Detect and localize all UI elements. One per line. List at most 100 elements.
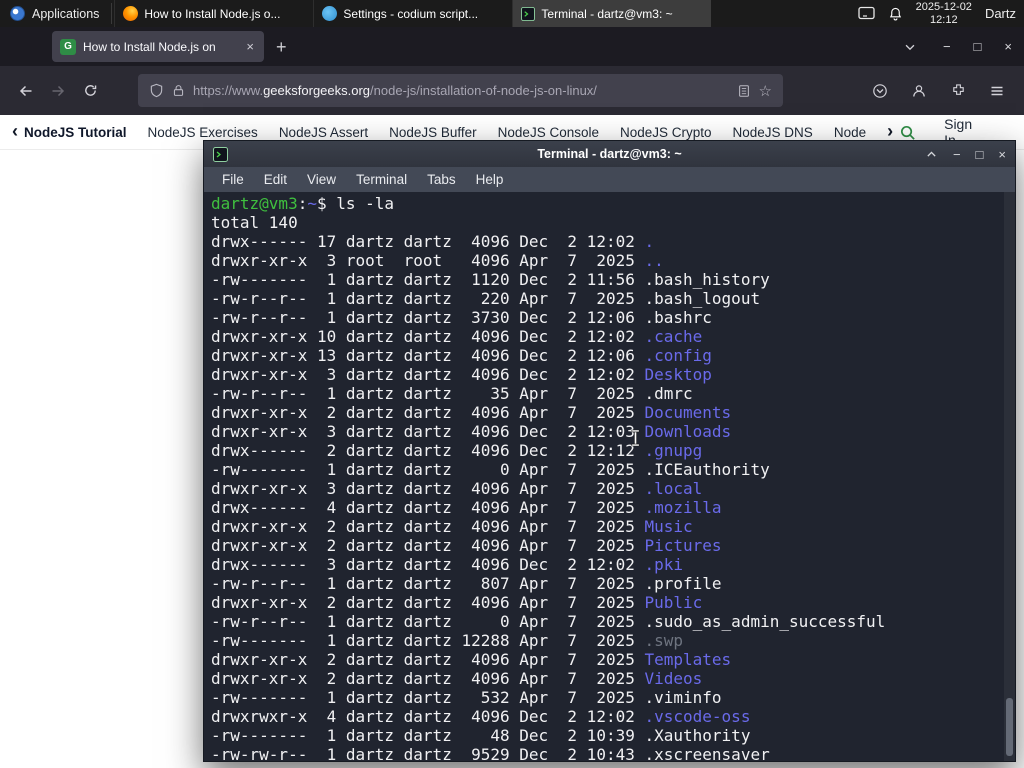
bookmark-star-icon[interactable]: ☆ bbox=[759, 82, 772, 100]
directory-name: Downloads bbox=[644, 422, 732, 441]
terminal-screen[interactable]: dartz@vm3:~$ ls -la total 140 drwx------… bbox=[204, 192, 1015, 761]
site-nav-link-nodejs-assert[interactable]: NodeJS Assert bbox=[279, 125, 368, 140]
file-name: .dmrc bbox=[644, 384, 693, 403]
panel-clock[interactable]: 2025-12-02 12:12 bbox=[916, 1, 972, 26]
directory-name: .gnupg bbox=[644, 441, 703, 460]
terminal-line: -rw-r--r-- 1 dartz dartz 3730 Dec 2 12:0… bbox=[211, 308, 712, 327]
applications-label: Applications bbox=[32, 6, 100, 21]
back-button[interactable] bbox=[10, 75, 42, 107]
browser-tab[interactable]: How to Install Node.js on × bbox=[52, 31, 264, 62]
list-all-tabs-chevron-icon[interactable] bbox=[903, 40, 917, 54]
terminal-shade-button[interactable] bbox=[925, 148, 938, 161]
url-bar[interactable]: https://www.geeksforgeeks.org/node-js/in… bbox=[138, 74, 783, 107]
terminal-app-icon bbox=[213, 146, 228, 162]
file-name: .Xauthority bbox=[644, 726, 751, 745]
reader-mode-icon[interactable] bbox=[737, 84, 751, 98]
typed-command: ls -la bbox=[336, 194, 395, 213]
menu-edit[interactable]: Edit bbox=[254, 172, 297, 187]
taskbar-button-firefox[interactable]: How to Install Node.js o... bbox=[114, 0, 313, 27]
panel-user-label[interactable]: Dartz bbox=[985, 6, 1016, 21]
browser-minimize-button[interactable]: − bbox=[943, 39, 951, 54]
terminal-minimize-button[interactable]: − bbox=[953, 147, 961, 162]
site-nav-link-node[interactable]: Node bbox=[834, 125, 866, 140]
pocket-icon[interactable] bbox=[865, 76, 895, 106]
reload-button[interactable] bbox=[74, 75, 106, 107]
terminal-titlebar[interactable]: Terminal - dartz@vm3: ~ − □ × bbox=[204, 141, 1015, 167]
site-nav-link-nodejs-console[interactable]: NodeJS Console bbox=[498, 125, 599, 140]
terminal-line: drwxr-xr-x 2 dartz dartz 4096 Apr 7 2025… bbox=[211, 669, 703, 688]
terminal-line: drwxr-xr-x 2 dartz dartz 4096 Apr 7 2025… bbox=[211, 650, 732, 669]
lock-icon[interactable] bbox=[172, 84, 185, 97]
site-nav-link-nodejs-exercises[interactable]: NodeJS Exercises bbox=[148, 125, 258, 140]
menu-terminal[interactable]: Terminal bbox=[346, 172, 417, 187]
terminal-line: -rw-r--r-- 1 dartz dartz 0 Apr 7 2025 .s… bbox=[211, 612, 886, 631]
terminal-line: drwxr-xr-x 3 dartz dartz 4096 Apr 7 2025… bbox=[211, 479, 703, 498]
terminal-line: -rw------- 1 dartz dartz 48 Dec 2 10:39 … bbox=[211, 726, 751, 745]
account-icon[interactable] bbox=[904, 76, 934, 106]
tab-title: How to Install Node.js on bbox=[83, 39, 216, 54]
directory-name: .local bbox=[644, 479, 703, 498]
file-name: .xscreensaver bbox=[644, 745, 770, 761]
browser-maximize-button[interactable]: □ bbox=[974, 39, 982, 54]
terminal-icon bbox=[521, 6, 536, 21]
tracking-protection-shield-icon[interactable] bbox=[149, 83, 164, 98]
directory-name: .pki bbox=[644, 555, 684, 574]
browser-close-button[interactable]: × bbox=[1004, 39, 1012, 54]
directory-name: . bbox=[644, 232, 655, 251]
codium-icon bbox=[322, 6, 338, 21]
clock-date: 2025-12-02 bbox=[915, 1, 972, 13]
window-taskbar: How to Install Node.js o... Settings - c… bbox=[114, 0, 712, 27]
terminal-prompt-line: dartz@vm3:~$ ls -la bbox=[211, 194, 395, 213]
file-name: .ICEauthority bbox=[644, 460, 770, 479]
menu-file[interactable]: File bbox=[212, 172, 254, 187]
directory-name: .config bbox=[644, 346, 712, 365]
menu-hamburger-icon[interactable] bbox=[982, 76, 1012, 106]
terminal-line: drwx------ 4 dartz dartz 4096 Apr 7 2025… bbox=[211, 498, 722, 517]
terminal-line: drwxr-xr-x 10 dartz dartz 4096 Dec 2 12:… bbox=[211, 327, 703, 346]
taskbar-button-codium[interactable]: Settings - codium script... bbox=[313, 0, 512, 27]
terminal-line: drwx------ 3 dartz dartz 4096 Dec 2 12:0… bbox=[211, 555, 684, 574]
terminal-line: -rw------- 1 dartz dartz 12288 Apr 7 202… bbox=[211, 631, 684, 650]
url-text: https://www.geeksforgeeks.org/node-js/in… bbox=[193, 83, 597, 98]
terminal-maximize-button[interactable]: □ bbox=[976, 147, 984, 162]
file-name: .bash_history bbox=[644, 270, 770, 289]
terminal-line: drwx------ 17 dartz dartz 4096 Dec 2 12:… bbox=[211, 232, 655, 251]
menu-help[interactable]: Help bbox=[466, 172, 514, 187]
terminal-line: drwx------ 2 dartz dartz 4096 Dec 2 12:1… bbox=[211, 441, 703, 460]
directory-name: Music bbox=[644, 517, 693, 536]
file-name: .bash_logout bbox=[644, 289, 761, 308]
top-panel: Applications How to Install Node.js o...… bbox=[0, 0, 1024, 27]
taskbar-button-terminal[interactable]: Terminal - dartz@vm3: ~ bbox=[512, 0, 712, 27]
terminal-line: -rw------- 1 dartz dartz 1120 Dec 2 11:5… bbox=[211, 270, 770, 289]
site-nav-link-nodejs-buffer[interactable]: NodeJS Buffer bbox=[389, 125, 477, 140]
site-nav-link-nodejs-tutorial[interactable]: NodeJS Tutorial bbox=[24, 125, 127, 140]
terminal-scrollbar[interactable] bbox=[1004, 192, 1015, 761]
directory-name: Documents bbox=[644, 403, 732, 422]
tray-display-icon[interactable] bbox=[858, 6, 875, 21]
terminal-line: drwxr-xr-x 2 dartz dartz 4096 Apr 7 2025… bbox=[211, 403, 732, 422]
tab-close-button[interactable]: × bbox=[244, 39, 256, 54]
terminal-close-button[interactable]: × bbox=[998, 147, 1006, 162]
terminal-line: drwxr-xr-x 2 dartz dartz 4096 Apr 7 2025… bbox=[211, 517, 693, 536]
notification-bell-icon[interactable] bbox=[888, 6, 903, 22]
nav-back-chevron[interactable]: ‹ bbox=[12, 121, 24, 144]
taskbar-title: Terminal - dartz@vm3: ~ bbox=[541, 6, 673, 21]
menu-tabs[interactable]: Tabs bbox=[417, 172, 466, 187]
applications-menu-button[interactable]: Applications bbox=[0, 0, 109, 27]
new-tab-button[interactable]: + bbox=[276, 38, 287, 56]
extensions-puzzle-icon[interactable] bbox=[943, 76, 973, 106]
menu-view[interactable]: View bbox=[297, 172, 346, 187]
site-nav-link-nodejs-dns[interactable]: NodeJS DNS bbox=[733, 125, 813, 140]
terminal-scrollbar-thumb[interactable] bbox=[1006, 698, 1013, 756]
directory-name: Pictures bbox=[644, 536, 722, 555]
directory-name: Desktop bbox=[644, 365, 712, 384]
directory-name: Videos bbox=[644, 669, 703, 688]
forward-button[interactable] bbox=[42, 75, 74, 107]
file-name: .sudo_as_admin_successful bbox=[644, 612, 886, 631]
terminal-line: -rw-r--r-- 1 dartz dartz 220 Apr 7 2025 … bbox=[211, 289, 761, 308]
terminal-menubar: File Edit View Terminal Tabs Help bbox=[204, 167, 1015, 192]
search-icon[interactable] bbox=[899, 124, 916, 141]
file-name: .viminfo bbox=[644, 688, 722, 707]
terminal-line: drwxr-xr-x 2 dartz dartz 4096 Apr 7 2025… bbox=[211, 593, 703, 612]
site-nav-link-nodejs-crypto[interactable]: NodeJS Crypto bbox=[620, 125, 712, 140]
